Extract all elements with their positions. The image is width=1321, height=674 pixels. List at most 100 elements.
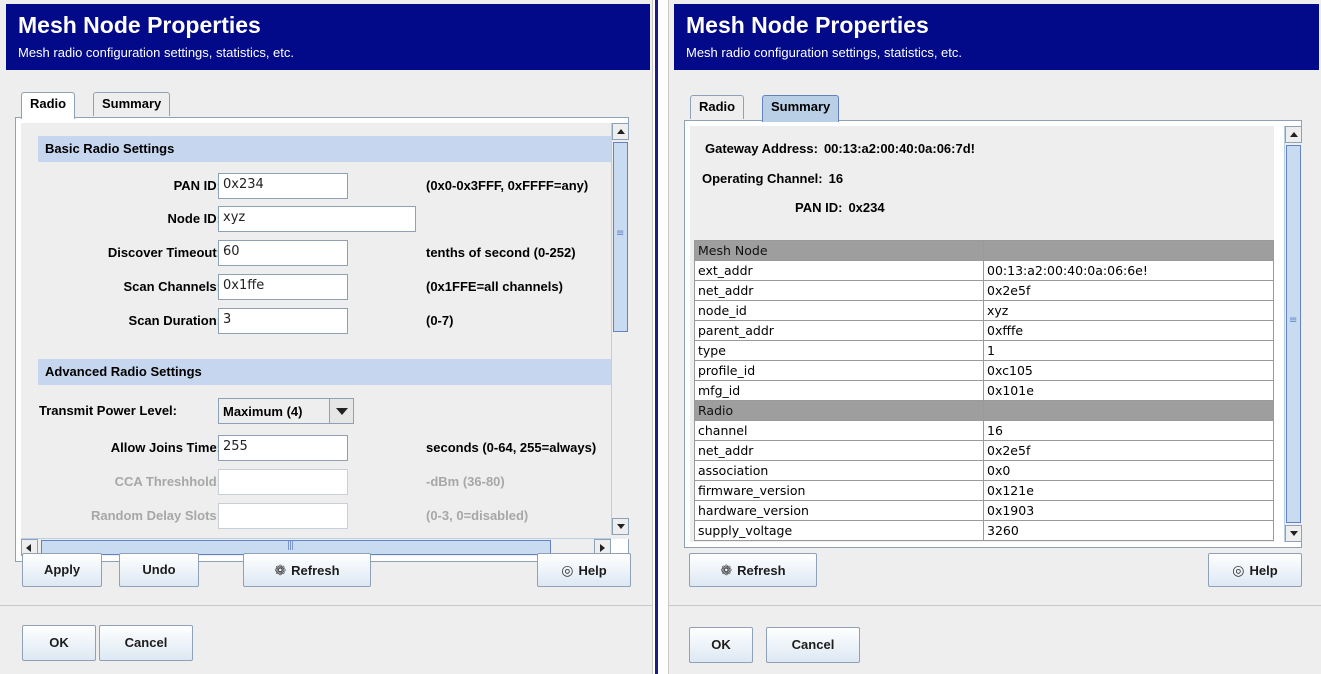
property-key-cell: ext_addr bbox=[694, 260, 984, 281]
table-row: ext_addr 00:13:a2:00:40:0a:06:6e! bbox=[694, 260, 1274, 281]
node-id-input[interactable]: xyz bbox=[218, 206, 416, 232]
footer-separator bbox=[669, 605, 1321, 606]
property-value-cell: 00:13:a2:00:40:0a:06:6e! bbox=[983, 260, 1274, 281]
table-row: association 0x0 bbox=[694, 460, 1274, 481]
table-row: supply_voltage 3260 bbox=[694, 520, 1274, 541]
scroll-up-arrow-icon[interactable] bbox=[1285, 126, 1302, 143]
gateway-address-label: Gateway Address: bbox=[705, 141, 818, 156]
help-icon: ◎ bbox=[1232, 562, 1245, 578]
chevron-down-icon[interactable] bbox=[329, 399, 353, 423]
scan-channels-input[interactable]: 0x1ffe bbox=[218, 274, 348, 300]
properties-table: Mesh Node ext_addr 00:13:a2:00:40:0a:06:6e… bbox=[694, 240, 1274, 541]
transmit-power-select[interactable]: Maximum (4) bbox=[218, 398, 354, 424]
window-divider bbox=[655, 0, 658, 674]
property-value-cell: 0xfffe bbox=[983, 320, 1274, 341]
summary-vertical-scrollbar[interactable] bbox=[1284, 126, 1302, 542]
summary-tab-panel: Gateway Address: 00:13:a2:00:40:0a:06:7d!… bbox=[684, 120, 1302, 548]
table-row: parent_addr 0xfffe bbox=[694, 320, 1274, 341]
random-delay-row: Random Delay Slots: (0-3, 0=disabled) bbox=[21, 503, 629, 531]
summary-vertical-scroll-thumb[interactable] bbox=[1286, 145, 1301, 523]
table-row: hardware_version 0x1903 bbox=[694, 500, 1274, 521]
scan-duration-row: Scan Duration: 3 (0-7) bbox=[21, 308, 629, 336]
allow-joins-hint: seconds (0-64, 255=always) bbox=[426, 440, 597, 455]
help-button[interactable]: ◎ Help bbox=[537, 553, 631, 587]
scan-duration-hint: (0-7) bbox=[426, 313, 454, 328]
pan-id-input[interactable]: 0x234 bbox=[218, 173, 348, 199]
tab-summary[interactable]: Summary bbox=[762, 95, 840, 122]
help-button[interactable]: ◎ Help bbox=[1208, 553, 1302, 587]
dialog-title: Mesh Node Properties bbox=[18, 12, 261, 38]
node-id-row: Node ID: xyz bbox=[21, 206, 629, 234]
refresh-button[interactable]: ❁ Refresh bbox=[243, 553, 371, 587]
basic-radio-settings-header: Basic Radio Settings bbox=[38, 136, 615, 162]
help-label: Help bbox=[1249, 563, 1278, 578]
scroll-down-arrow-icon[interactable] bbox=[1285, 525, 1302, 542]
table-group-row: Radio bbox=[694, 400, 1274, 421]
scroll-down-arrow-icon[interactable] bbox=[612, 518, 629, 535]
cca-threshold-label: CCA Threshhold: bbox=[114, 474, 221, 489]
mesh-node-dialog-radio: Mesh Node Properties Mesh radio configur… bbox=[0, 0, 653, 674]
table-row: channel 16 bbox=[694, 420, 1274, 441]
dialog-banner: Mesh Node Properties Mesh radio configur… bbox=[674, 4, 1319, 70]
property-value-cell: 16 bbox=[983, 420, 1274, 441]
random-delay-hint: (0-3, 0=disabled) bbox=[426, 508, 529, 523]
table-row: mfg_id 0x101e bbox=[694, 380, 1274, 401]
discover-timeout-input[interactable]: 60 bbox=[218, 240, 348, 266]
transmit-power-label: Transmit Power Level: bbox=[39, 403, 177, 418]
cca-threshold-input bbox=[218, 469, 348, 495]
property-value-cell: 0x121e bbox=[983, 480, 1274, 501]
ok-button[interactable]: OK bbox=[689, 627, 753, 663]
property-key-cell: Radio bbox=[694, 400, 984, 421]
ok-button[interactable]: OK bbox=[22, 625, 96, 661]
refresh-label: Refresh bbox=[737, 563, 786, 578]
dialog-title: Mesh Node Properties bbox=[686, 12, 929, 38]
property-key-cell: type bbox=[694, 340, 984, 361]
property-value-cell: 0x101e bbox=[983, 380, 1274, 401]
scroll-up-arrow-icon[interactable] bbox=[612, 123, 629, 140]
allow-joins-input[interactable]: 255 bbox=[218, 435, 348, 461]
advanced-radio-settings-header: Advanced Radio Settings bbox=[38, 359, 615, 385]
property-key-cell: hardware_version bbox=[694, 500, 984, 521]
property-value-cell bbox=[983, 400, 1274, 421]
discover-timeout-hint: tenths of second (0-252) bbox=[426, 245, 576, 260]
table-group-row: Mesh Node bbox=[694, 240, 1274, 261]
radio-vertical-scroll-thumb[interactable] bbox=[613, 142, 628, 332]
table-row: net_addr 0x2e5f bbox=[694, 440, 1274, 461]
tab-summary[interactable]: Summary bbox=[93, 92, 171, 116]
property-key-cell: supply_voltage bbox=[694, 520, 984, 541]
property-value-cell: 0x2e5f bbox=[983, 440, 1274, 461]
discover-timeout-row: Discover Timeout: 60 tenths of second (0… bbox=[21, 240, 629, 268]
tab-radio[interactable]: Radio bbox=[690, 95, 745, 119]
scan-duration-input[interactable]: 3 bbox=[218, 308, 348, 334]
property-value-cell: 0xc105 bbox=[983, 360, 1274, 381]
property-value-cell bbox=[983, 240, 1274, 261]
property-value-cell: 1 bbox=[983, 340, 1274, 361]
property-key-cell: channel bbox=[694, 420, 984, 441]
random-delay-label: Random Delay Slots: bbox=[90, 508, 221, 523]
tab-radio[interactable]: Radio bbox=[21, 92, 76, 119]
cancel-button[interactable]: Cancel bbox=[766, 627, 860, 663]
property-key-cell: association bbox=[694, 460, 984, 481]
property-value-cell: xyz bbox=[983, 300, 1274, 321]
pan-id-label: PAN ID: bbox=[795, 200, 843, 215]
property-key-cell: firmware_version bbox=[694, 480, 984, 501]
property-key-cell: mfg_id bbox=[694, 380, 984, 401]
refresh-button[interactable]: ❁ Refresh bbox=[689, 553, 817, 587]
operating-channel-label: Operating Channel: bbox=[702, 171, 823, 186]
undo-button[interactable]: Undo bbox=[119, 553, 199, 587]
radio-settings-scroll-area: Basic Radio Settings PAN ID: 0x234 (0x0-… bbox=[21, 123, 629, 539]
radio-vertical-scrollbar[interactable] bbox=[611, 123, 629, 535]
footer-separator bbox=[0, 605, 652, 606]
cancel-button[interactable]: Cancel bbox=[99, 625, 193, 661]
transmit-power-value: Maximum (4) bbox=[223, 404, 303, 419]
property-key-cell: Mesh Node bbox=[694, 240, 984, 261]
allow-joins-label: Allow Joins Time: bbox=[110, 440, 221, 455]
property-value-cell: 0x0 bbox=[983, 460, 1274, 481]
property-value-cell: 3260 bbox=[983, 520, 1274, 541]
random-delay-input bbox=[218, 503, 348, 529]
table-row: firmware_version 0x121e bbox=[694, 480, 1274, 501]
scan-duration-label: Scan Duration: bbox=[128, 313, 221, 328]
gateway-address-row: Gateway Address: 00:13:a2:00:40:0a:06:7d! bbox=[705, 141, 975, 156]
apply-button[interactable]: Apply bbox=[22, 553, 102, 587]
cca-threshold-row: CCA Threshhold: -dBm (36-80) bbox=[21, 469, 629, 497]
